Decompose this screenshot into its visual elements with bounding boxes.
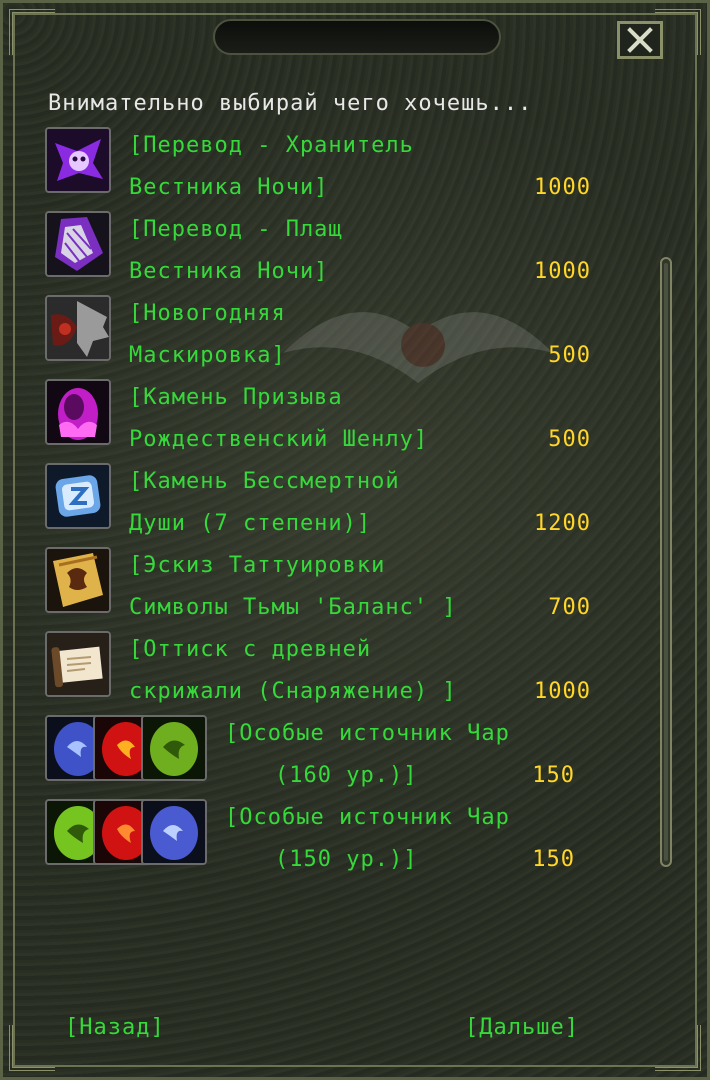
item-name-line2: скрижали (Снаряжение) ] [129,679,457,704]
item-icons [45,295,111,365]
title-plate [213,19,501,55]
item-price: 500 [548,343,591,368]
item-icons [45,379,111,449]
tattoo-sketch-icon [45,547,111,613]
dialog-heading: Внимательно выбирай чего хочешь... [48,91,533,116]
frame-corner-ornament [9,1025,55,1071]
close-icon [627,27,653,53]
list-item[interactable]: [Камень Бессмертной Души (7 степени)] 12… [45,463,605,547]
list-item[interactable]: [Особые источник Чар (160 ур.)] 150 [45,715,605,799]
item-name-line1: [Перевод - Хранитель [129,133,414,158]
item-price: 1000 [534,175,591,200]
blue-orb-icon [141,799,207,865]
item-price: 700 [548,595,591,620]
item-name-line1: [Камень Бессмертной [129,469,400,494]
item-price: 1200 [534,511,591,536]
item-name-line2: (160 ур.)] [275,763,418,788]
item-name-line2: (150 ур.)] [275,847,418,872]
item-icons [45,631,111,701]
shop-dialog: Внимательно выбирай чего хочешь... [Пере… [0,0,710,1080]
next-button[interactable]: [Дальше] [465,1015,579,1040]
item-name-line1: [Особые источник Чар [225,721,510,746]
title-bar [3,3,710,73]
list-item[interactable]: [Новогодняя Маскировка] 500 [45,295,605,379]
item-price: 150 [532,763,575,788]
item-icons [45,127,111,197]
pink-egg-icon [45,379,111,445]
scroll-icon [45,631,111,697]
item-name-line2: Души (7 степени)] [129,511,372,536]
item-icons [45,211,111,281]
item-name-line1: [Новогодняя [129,301,286,326]
list-item[interactable]: [Камень Призыва Рождественский Шенлу] 50… [45,379,605,463]
cloak-icon [45,211,111,277]
item-price: 150 [532,847,575,872]
back-button[interactable]: [Назад] [65,1015,165,1040]
scrollbar[interactable] [660,257,672,867]
item-price: 500 [548,427,591,452]
blue-crystal-icon [45,463,111,529]
item-name-line2: Маскировка] [129,343,286,368]
list-item[interactable]: [Перевод - Хранитель Вестника Ночи] 1000 [45,127,605,211]
green-orb-icon [141,715,207,781]
item-name-line1: [Особые источник Чар [225,805,510,830]
item-list: [Перевод - Хранитель Вестника Ночи] 1000… [45,127,605,883]
item-icons [45,463,111,533]
purple-mask-icon [45,127,111,193]
item-name-line2: Рождественский Шенлу] [129,427,429,452]
item-price: 1000 [534,679,591,704]
item-icons [45,799,207,869]
item-icons [45,715,207,785]
frame-corner-ornament [655,1025,701,1071]
close-button[interactable] [617,21,663,59]
list-item[interactable]: [Эскиз Таттуировки Символы Тьмы 'Баланс'… [45,547,605,631]
item-price: 1000 [534,259,591,284]
list-item[interactable]: [Оттиск с древней скрижали (Снаряжение) … [45,631,605,715]
scrollbar-thumb[interactable] [664,263,668,861]
winged-mask-icon [45,295,111,361]
item-name-line1: [Перевод - Плащ [129,217,343,242]
item-name-line1: [Камень Призыва [129,385,343,410]
item-name-line2: Вестника Ночи] [129,259,329,284]
item-icons [45,547,111,617]
item-name-line2: Вестника Ночи] [129,175,329,200]
list-item[interactable]: [Особые источник Чар (150 ур.)] 150 [45,799,605,883]
item-name-line1: [Оттиск с древней [129,637,372,662]
item-name-line2: Символы Тьмы 'Баланс' ] [129,595,457,620]
list-item[interactable]: [Перевод - Плащ Вестника Ночи] 1000 [45,211,605,295]
item-name-line1: [Эскиз Таттуировки [129,553,386,578]
